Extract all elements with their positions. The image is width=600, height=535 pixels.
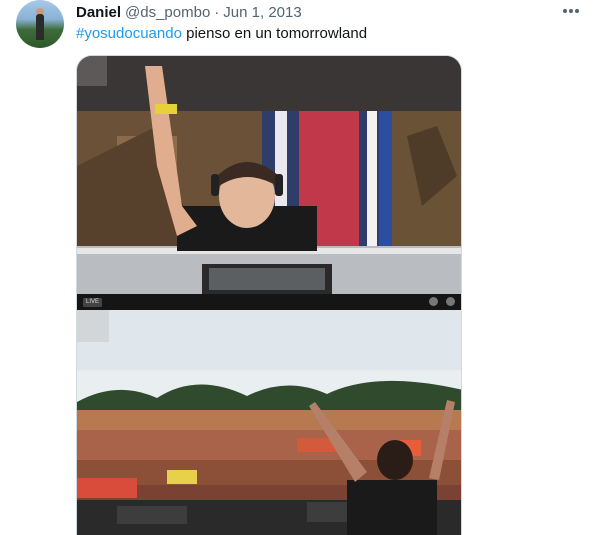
settings-icon[interactable] <box>429 297 438 306</box>
tweet-media[interactable]: LIVE <box>76 55 462 535</box>
video-player-bar <box>77 294 461 310</box>
fullscreen-icon[interactable] <box>446 297 455 306</box>
live-badge: LIVE <box>83 298 103 307</box>
media-frame-top <box>77 56 461 311</box>
separator-dot: · <box>214 3 220 21</box>
tweet-body: pienso en un tomorrowland <box>181 25 368 42</box>
avatar[interactable] <box>16 0 64 48</box>
tweet-header: Daniel @ds_pombo · Jun 1, 2013 <box>76 2 302 22</box>
author-name[interactable]: Daniel <box>76 4 121 21</box>
media-frame-bottom <box>77 310 461 535</box>
more-options-button[interactable] <box>558 0 584 22</box>
tweet-text: #yosudocuando pienso en un tomorrowland <box>76 24 367 44</box>
player-controls <box>429 297 455 306</box>
tweet-date[interactable]: Jun 1, 2013 <box>223 4 301 21</box>
more-icon <box>563 9 579 13</box>
author-handle[interactable]: @ds_pombo <box>125 4 210 21</box>
hashtag-link[interactable]: #yosudocuando <box>76 25 182 42</box>
avatar-figure <box>36 14 44 40</box>
